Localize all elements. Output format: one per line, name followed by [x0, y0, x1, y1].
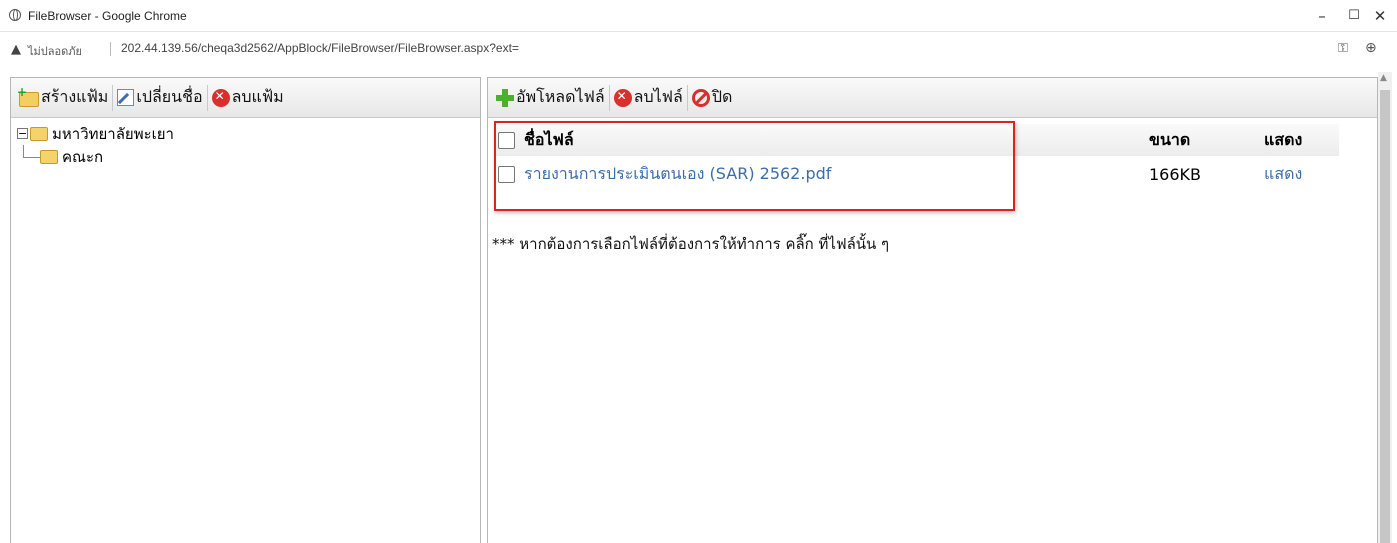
header-size: ขนาด: [1148, 124, 1263, 156]
delete-icon: [211, 88, 230, 107]
edit-icon: [117, 89, 135, 106]
upload-button[interactable]: อัพโหลดไฟล์: [492, 84, 610, 111]
folder-tree: − มหาวิทยาลัยพะเยา คณะก: [11, 118, 480, 172]
delete-folder-button[interactable]: ลบแฟ้ม: [208, 85, 288, 111]
cell-show: แสดง: [1263, 156, 1339, 192]
new-folder-button[interactable]: สร้างแฟ้ม: [15, 84, 114, 111]
window-titlebar: FileBrowser - Google Chrome – ☐ ✕: [0, 0, 1397, 32]
tree-node-child[interactable]: คณะก: [17, 145, 474, 168]
warning-icon[interactable]: ▲: [11, 42, 21, 57]
folder-icon: [40, 149, 58, 164]
rename-label: เปลี่ยนชื่อ: [136, 87, 203, 106]
address-bar: ▲ ไม่ปลอดภัย 202.44.139.56/cheqa3d2562/A…: [0, 32, 1397, 72]
delete-folder-label: ลบแฟ้ม: [231, 87, 284, 106]
scrollbar[interactable]: ▲: [1378, 72, 1392, 543]
rename-button[interactable]: เปลี่ยนชื่อ: [113, 84, 208, 111]
maximize-button[interactable]: ☐: [1340, 6, 1368, 26]
zoom-icon[interactable]: ⊕: [1365, 40, 1377, 56]
collapse-toggle[interactable]: −: [17, 128, 28, 139]
no-entry-icon: [691, 88, 710, 107]
tree-node-label[interactable]: คณะก: [62, 145, 103, 169]
file-toolbar: อัพโหลดไฟล์ ลบไฟล์ ปิด: [488, 78, 1377, 118]
scroll-up-icon[interactable]: ▲: [1380, 73, 1387, 83]
delete-icon: [613, 88, 632, 107]
folder-toolbar: สร้างแฟ้ม เปลี่ยนชื่อ ลบแฟ้ม: [11, 78, 480, 118]
highlight-box: [494, 121, 1015, 211]
delete-file-button[interactable]: ลบไฟล์: [610, 84, 688, 111]
header-show: แสดง: [1263, 124, 1339, 156]
delete-file-label: ลบไฟล์: [633, 87, 683, 106]
close-window-button[interactable]: ✕: [1366, 6, 1394, 26]
globe-icon: [9, 9, 21, 21]
tree-node-root[interactable]: − มหาวิทยาลัยพะเยา: [17, 122, 474, 145]
tree-connector: [23, 145, 40, 158]
address-divider: [110, 42, 111, 56]
show-link[interactable]: แสดง: [1264, 164, 1302, 183]
folder-pane: สร้างแฟ้ม เปลี่ยนชื่อ ลบแฟ้ม − มหาวิทยาล…: [10, 77, 481, 543]
scrollbar-thumb[interactable]: [1380, 90, 1390, 543]
url-field[interactable]: 202.44.139.56/cheqa3d2562/AppBlock/FileB…: [121, 41, 519, 55]
instruction-note: *** หากต้องการเลือกไฟล์ที่ต้องการให้ทำกา…: [492, 235, 890, 253]
security-label[interactable]: ไม่ปลอดภัย: [28, 42, 82, 60]
upload-label: อัพโหลดไฟล์: [516, 87, 605, 106]
new-folder-icon: [17, 85, 39, 107]
new-folder-label: สร้างแฟ้ม: [41, 87, 109, 106]
tree-node-label[interactable]: มหาวิทยาลัยพะเยา: [52, 122, 174, 146]
key-icon[interactable]: ⚿: [1338, 41, 1348, 56]
folder-icon: [30, 126, 48, 141]
plus-icon: [496, 88, 514, 107]
minimize-button[interactable]: –: [1308, 6, 1336, 26]
close-button[interactable]: ปิด: [688, 85, 737, 111]
window-title: FileBrowser - Google Chrome: [28, 9, 187, 23]
cell-size: 166KB: [1148, 156, 1263, 192]
close-label: ปิด: [711, 87, 733, 106]
